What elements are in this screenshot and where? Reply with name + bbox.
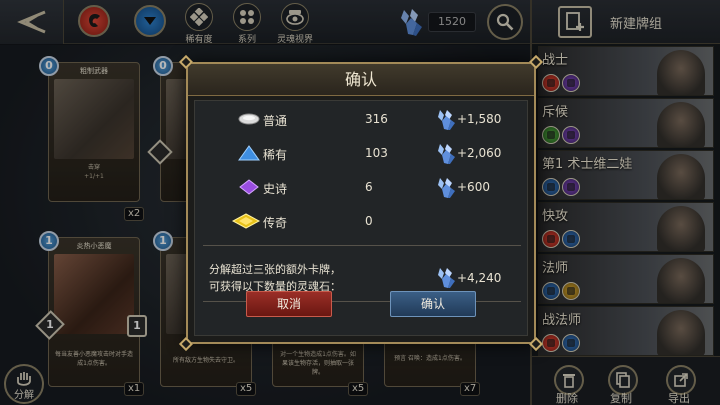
rarity-count: 103	[365, 146, 388, 160]
legendary-rarity-icon	[231, 213, 261, 229]
rarity-row-rare: 稀有 103 +2,060	[195, 139, 529, 169]
summary-text: 分解超过三张的额外卡牌， 可获得以下数量的灵魂石：	[209, 261, 341, 295]
epic-rarity-icon	[239, 179, 259, 195]
rarity-name: 史诗	[263, 182, 288, 196]
soul-gem-icon	[438, 268, 455, 288]
summary-shard-total: +4,240	[457, 271, 502, 285]
rarity-name: 普通	[263, 114, 288, 128]
rarity-row-epic: 史诗 6 +600	[195, 173, 529, 203]
soul-gem-icon	[438, 178, 455, 198]
summary-line-1: 分解超过三张的额外卡牌，	[209, 263, 341, 276]
rarity-row-common: 普通 316 +1,580	[195, 105, 529, 135]
dialog-body: 普通 316 +1,580 稀有 103 +2,060 史诗 6 +600 传奇…	[194, 100, 528, 336]
divider	[203, 245, 521, 246]
rare-rarity-icon	[238, 145, 260, 161]
rarity-name: 传奇	[263, 216, 288, 230]
rarity-shard-value: +2,060	[457, 146, 502, 160]
soul-gem-icon	[438, 144, 455, 164]
confirm-dialog: 确认 普通 316 +1,580 稀有 103 +2,060 史诗 6 +600	[178, 54, 544, 352]
rarity-count: 316	[365, 112, 388, 126]
cancel-button[interactable]: 取消	[246, 291, 332, 317]
rarity-name: 稀有	[263, 148, 288, 162]
rarity-shard-value: +1,580	[457, 112, 502, 126]
rarity-count: 0	[365, 214, 373, 228]
rarity-count: 6	[365, 180, 373, 194]
rarity-row-legendary: 传奇 0	[195, 207, 529, 237]
dialog-title: 确认	[344, 70, 377, 89]
dialog-header: 确认	[188, 64, 534, 96]
rarity-shard-value: +600	[457, 180, 490, 194]
common-rarity-icon	[238, 113, 260, 125]
confirm-button[interactable]: 确认	[390, 291, 476, 317]
soul-gem-icon	[438, 110, 455, 130]
